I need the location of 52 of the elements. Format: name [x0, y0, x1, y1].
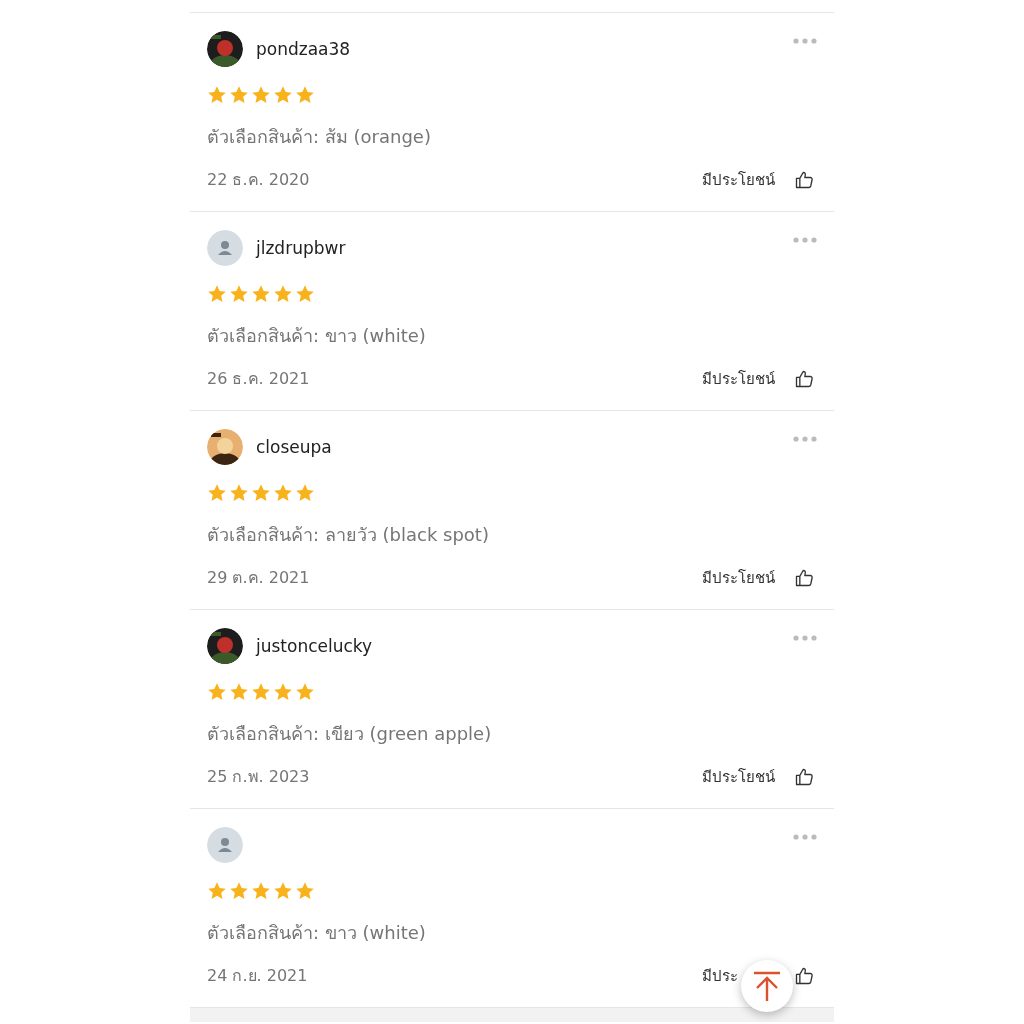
variant-text: ตัวเลือกสินค้า: เขียว (green apple) — [207, 722, 493, 746]
star-icon — [229, 284, 249, 304]
avatar-icon — [207, 827, 243, 863]
star-icon — [251, 483, 271, 503]
star-icon — [229, 881, 249, 901]
review-date: 25 ก.พ. 2023 — [207, 766, 310, 788]
star-icon — [295, 483, 315, 503]
review-date: 22 ธ.ค. 2020 — [207, 169, 310, 191]
thumbs-up-icon[interactable] — [794, 766, 814, 787]
username: closeupa — [256, 437, 332, 457]
avatar-icon — [207, 230, 243, 266]
username: jlzdrupbwr — [256, 238, 346, 258]
star-icon — [251, 881, 271, 901]
helpful-label[interactable]: มีประโยชน์ — [702, 565, 775, 590]
star-icon — [273, 483, 293, 503]
helpful-label[interactable]: มีประ — [702, 963, 738, 988]
star-icon — [207, 483, 227, 503]
review-date: 24 ก.ย. 2021 — [207, 965, 308, 987]
variant-text: ตัวเลือกสินค้า: ลายวัว (black spot) — [207, 523, 490, 547]
star-icon — [207, 881, 227, 901]
star-icon — [273, 284, 293, 304]
star-icon — [251, 85, 271, 105]
star-icon — [229, 483, 249, 503]
helpful-label[interactable]: มีประโยชน์ — [702, 764, 775, 789]
variant-text: ตัวเลือกสินค้า: ขาว (white) — [207, 324, 427, 348]
star-icon — [207, 682, 227, 702]
star-icon — [251, 682, 271, 702]
thumbs-up-icon[interactable] — [794, 567, 814, 588]
username: pondzaa38 — [256, 39, 351, 59]
star-icon — [229, 682, 249, 702]
star-icon — [273, 85, 293, 105]
username: justoncelucky — [256, 636, 373, 656]
star-icon — [207, 85, 227, 105]
thumbs-up-icon[interactable] — [794, 368, 814, 389]
thumbs-up-icon[interactable] — [794, 169, 814, 190]
star-icon — [273, 881, 293, 901]
helpful-label[interactable]: มีประโยชน์ — [702, 167, 775, 192]
review-date: 29 ต.ค. 2021 — [207, 567, 310, 589]
star-icon — [295, 881, 315, 901]
helpful-label[interactable]: มีประโยชน์ — [702, 366, 775, 391]
star-icon — [229, 85, 249, 105]
star-icon — [273, 682, 293, 702]
variant-text: ตัวเลือกสินค้า: ส้ม (orange) — [207, 125, 432, 149]
star-icon — [295, 284, 315, 304]
star-icon — [295, 85, 315, 105]
star-icon — [295, 682, 315, 702]
scroll-to-top-button[interactable] — [741, 960, 793, 1012]
variant-text: ตัวเลือกสินค้า: ขาว (white) — [207, 921, 427, 945]
star-icon — [207, 284, 227, 304]
star-icon — [251, 284, 271, 304]
thumbs-up-icon[interactable] — [794, 965, 814, 986]
review-date: 26 ธ.ค. 2021 — [207, 368, 310, 390]
